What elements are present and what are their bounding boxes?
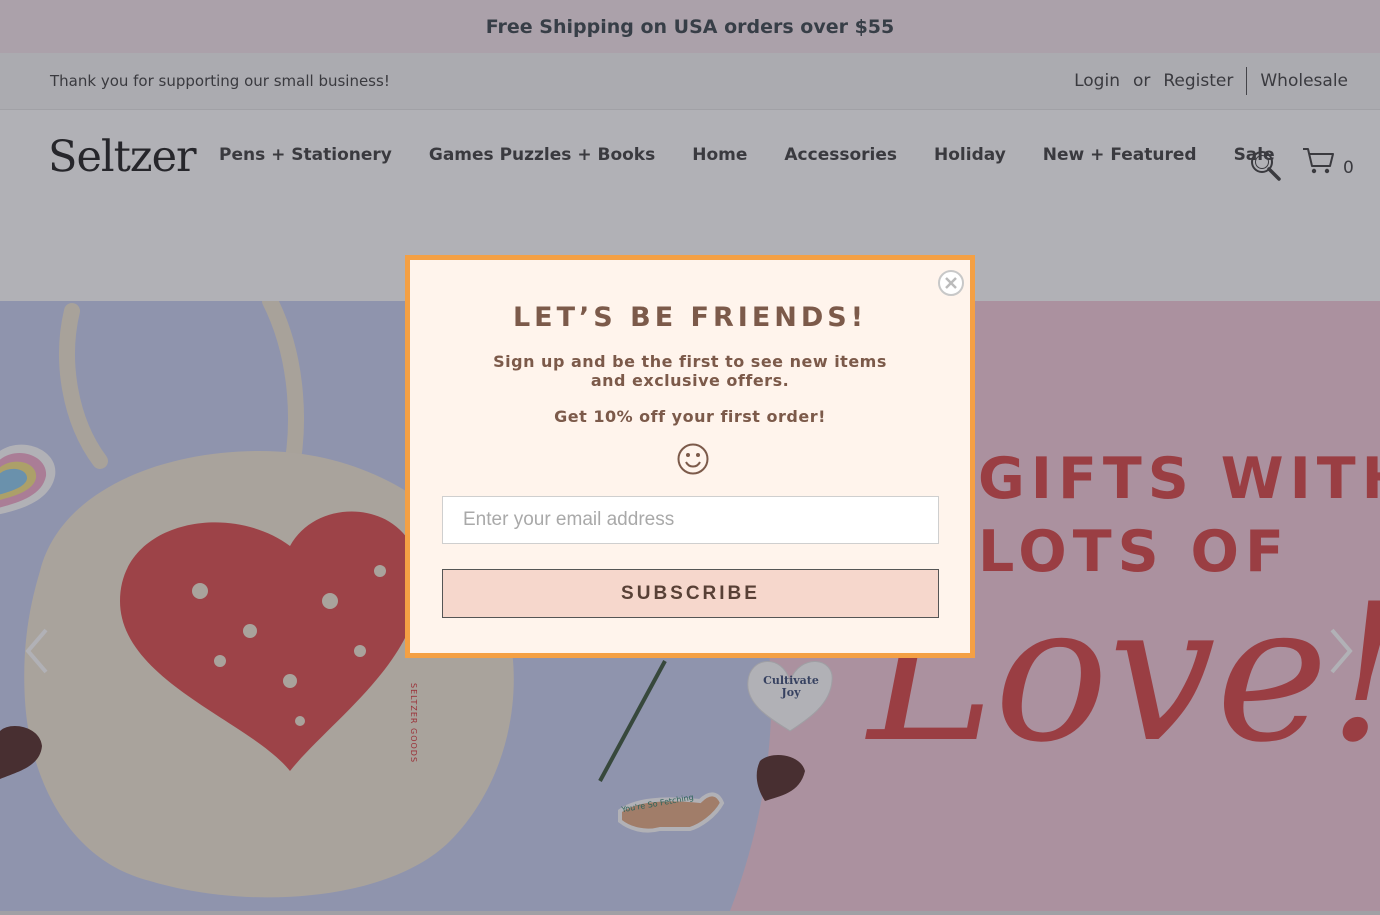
smiley-icon xyxy=(676,442,710,476)
close-icon[interactable] xyxy=(938,270,964,296)
newsletter-popup: LET’S BE FRIENDS! Sign up and be the fir… xyxy=(405,255,975,658)
popup-subtitle: Sign up and be the first to see new item… xyxy=(493,352,887,390)
subscribe-button[interactable]: SUBSCRIBE xyxy=(442,569,939,618)
popup-offer: Get 10% off your first order! xyxy=(554,407,826,426)
email-field[interactable] xyxy=(442,496,939,544)
popup-title: LET’S BE FRIENDS! xyxy=(512,302,868,333)
